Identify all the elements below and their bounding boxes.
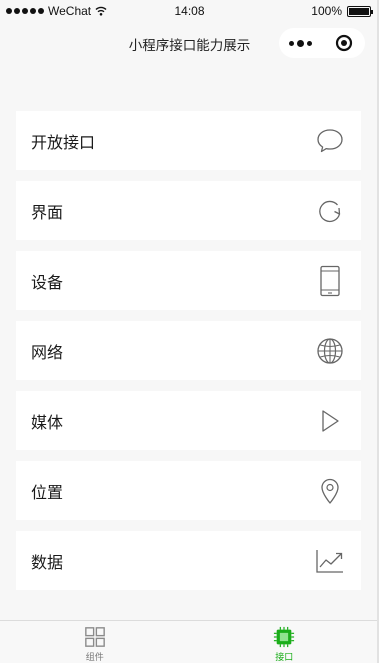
menu-item-interface[interactable]: 界面 <box>16 181 361 240</box>
menu-item-device[interactable]: 设备 <box>16 251 361 310</box>
menu-item-label: 数据 <box>31 552 64 572</box>
status-right: 100% <box>311 4 373 18</box>
tab-api[interactable]: 接口 <box>190 621 379 663</box>
menu-item-label: 媒体 <box>31 412 64 432</box>
play-icon <box>315 406 345 436</box>
menu-item-label: 界面 <box>31 202 64 222</box>
menu-item-label: 网络 <box>31 342 64 362</box>
battery-icon <box>347 5 373 17</box>
menu-item-label: 位置 <box>31 482 64 502</box>
menu-item-media[interactable]: 媒体 <box>16 391 361 450</box>
tab-bar: 组件 接口 <box>0 620 379 663</box>
battery-percent: 100% <box>311 4 342 18</box>
phone-icon <box>315 265 345 296</box>
menu-item-data[interactable]: 数据 <box>16 531 361 590</box>
trend-chart-icon <box>315 546 345 576</box>
menu-item-network[interactable]: 网络 <box>16 321 361 380</box>
menu-item-label: 开放接口 <box>31 132 96 152</box>
api-menu-list: 开放接口 界面 设备 网络 媒体 位置 数据 <box>16 111 361 601</box>
refresh-icon <box>315 196 345 226</box>
close-circle-icon[interactable] <box>322 28 365 58</box>
nav-bar: 小程序接口能力展示 <box>0 22 379 64</box>
tab-label: 组件 <box>85 653 104 663</box>
menu-item-location[interactable]: 位置 <box>16 461 361 520</box>
menu-capsule <box>279 28 365 58</box>
grid-icon <box>84 627 105 647</box>
menu-item-label: 设备 <box>31 272 64 292</box>
menu-item-open-api[interactable]: 开放接口 <box>16 111 361 170</box>
globe-icon <box>315 336 345 366</box>
more-icon[interactable] <box>279 28 322 58</box>
chat-bubble-icon <box>315 126 345 156</box>
status-bar: WeChat 14:08 100% <box>0 0 379 22</box>
tab-label: 接口 <box>275 653 294 663</box>
location-pin-icon <box>315 476 345 506</box>
chip-icon <box>274 626 295 648</box>
tab-components[interactable]: 组件 <box>0 621 190 663</box>
